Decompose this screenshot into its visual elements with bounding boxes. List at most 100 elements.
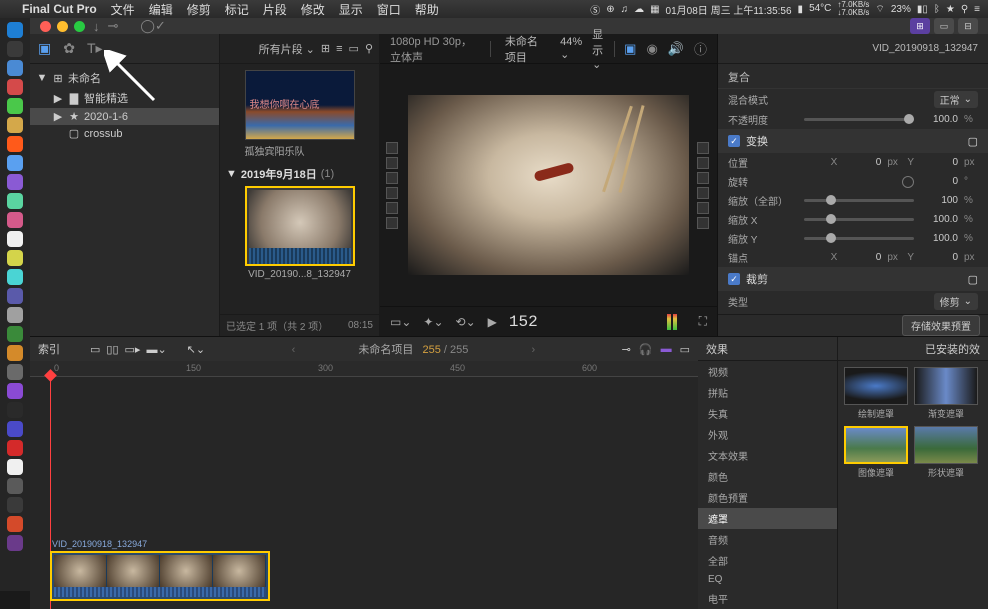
bluetooth-icon[interactable]: ᛒ (934, 4, 940, 15)
composite-section-header[interactable]: 复合 (718, 66, 988, 89)
dock-app[interactable] (7, 117, 23, 133)
project-name[interactable]: 未命名项目 (505, 33, 546, 65)
close-button[interactable] (40, 21, 51, 32)
effect-category[interactable]: EQ (698, 571, 837, 588)
effect-item[interactable]: 绘制遮罩 (844, 367, 908, 420)
scale-y-value[interactable]: 100.0 (920, 233, 958, 244)
info-inspector-icon[interactable]: ⓘ (694, 39, 707, 58)
menu-clip[interactable]: 片段 (263, 1, 287, 18)
dock-app[interactable] (7, 497, 23, 513)
effect-category[interactable]: 颜色预置 (698, 487, 837, 508)
scale-x-slider[interactable] (804, 218, 914, 221)
dock-finder[interactable] (7, 22, 23, 38)
menu-mark[interactable]: 标记 (225, 1, 249, 18)
effect-category[interactable]: 拼贴 (698, 382, 837, 403)
crop-checkbox[interactable]: ✓ (728, 273, 740, 285)
connect-icon[interactable]: ▭ (90, 343, 100, 356)
rotation-dial[interactable] (902, 176, 914, 188)
dock-app[interactable] (7, 364, 23, 380)
opacity-value[interactable]: 100.0 (920, 114, 958, 125)
status-date[interactable]: 01月08日 周三 上午11:35:56 (666, 2, 792, 17)
dock-app[interactable] (7, 79, 23, 95)
dock-app[interactable] (7, 231, 23, 247)
dock-app[interactable] (7, 478, 23, 494)
menu-view[interactable]: 显示 (339, 1, 363, 18)
dock-app[interactable] (7, 136, 23, 152)
overwrite-icon[interactable]: ▬⌄ (146, 343, 166, 356)
effect-item[interactable]: 形状遮罩 (914, 426, 978, 479)
fullscreen-icon[interactable]: ⛶ (699, 314, 707, 329)
dock-app[interactable] (7, 516, 23, 532)
prev-edit-icon[interactable]: ‹ (292, 344, 296, 356)
effect-category[interactable]: 音频 (698, 529, 837, 550)
effect-category[interactable]: 电平 (698, 588, 837, 609)
audio-skim-icon[interactable]: 🎧 (639, 343, 653, 356)
filter-dropdown[interactable]: 所有片段 ⌄ (259, 41, 315, 57)
effect-category[interactable]: 视频 (698, 361, 837, 382)
transform-menu[interactable]: ▭⌄ (390, 315, 411, 329)
keyword-icon[interactable]: ⊸ (108, 18, 119, 34)
enhance-menu[interactable]: ✦⌄ (423, 315, 443, 329)
list-icon[interactable]: ≡ (336, 43, 342, 55)
minimize-button[interactable] (57, 21, 68, 32)
import-icon[interactable]: ↓ (93, 19, 100, 34)
dock-app[interactable] (7, 307, 23, 323)
timeline-ruler[interactable]: 0 150 300 450 600 (30, 361, 698, 377)
next-edit-icon[interactable]: › (531, 344, 535, 356)
effect-category[interactable]: 失真 (698, 403, 837, 424)
solo-icon[interactable]: ▬ (661, 343, 672, 356)
index-button[interactable]: 索引 (38, 341, 60, 357)
titles-tab-icon[interactable]: T▸ (87, 40, 103, 57)
pos-x[interactable]: 0 (843, 157, 881, 168)
pos-y[interactable]: 0 (920, 157, 958, 168)
star-icon[interactable]: ★ (946, 4, 955, 15)
photos-tab-icon[interactable]: ✿ (63, 40, 75, 57)
status-icon[interactable]: ♫ (621, 4, 629, 15)
play-button[interactable]: ▶ (488, 315, 497, 329)
insert-icon[interactable]: ▯▯ (106, 343, 118, 356)
timecode[interactable]: 152 (509, 313, 538, 331)
video-inspector-icon[interactable]: ▣ (624, 41, 636, 57)
status-icon[interactable]: Ⓢ (590, 2, 600, 17)
library-tab-icon[interactable]: ▣ (38, 40, 51, 57)
audio-inspector-icon[interactable]: 🔊 (668, 41, 684, 57)
menu-modify[interactable]: 修改 (301, 1, 325, 18)
tree-library-root[interactable]: ▼ ⊞ 未命名 (30, 68, 219, 88)
scale-slider[interactable] (804, 199, 914, 202)
effect-category[interactable]: 遮罩 (698, 508, 837, 529)
status-icon[interactable]: ▦ (650, 4, 659, 15)
status-icon[interactable]: ▮ (798, 4, 804, 15)
effect-category[interactable]: 颜色 (698, 466, 837, 487)
anchor-y[interactable]: 0 (920, 252, 958, 263)
dock-app[interactable] (7, 60, 23, 76)
dock-app[interactable] (7, 250, 23, 266)
opacity-slider[interactable] (804, 118, 914, 121)
effect-item[interactable]: 渐变遮罩 (914, 367, 978, 420)
menu-file[interactable]: 文件 (111, 1, 135, 18)
append-icon[interactable]: ▭▸ (125, 343, 141, 356)
wifi-icon[interactable]: ⌔ (875, 3, 884, 16)
effect-category[interactable]: 文本效果 (698, 445, 837, 466)
disclosure-icon[interactable]: ▼ (226, 168, 237, 180)
transform-checkbox[interactable]: ✓ (728, 135, 740, 147)
dock-app[interactable] (7, 459, 23, 475)
effect-category[interactable]: 全部 (698, 550, 837, 571)
retime-menu[interactable]: ⟲⌄ (456, 315, 476, 329)
menu-window[interactable]: 窗口 (377, 1, 401, 18)
search-icon[interactable]: ⚲ (365, 42, 373, 55)
maximize-button[interactable] (74, 21, 85, 32)
effect-category[interactable]: 外观 (698, 424, 837, 445)
disclosure-icon[interactable]: ▶ (52, 92, 64, 105)
dock-app[interactable] (7, 440, 23, 456)
dock-app[interactable] (7, 345, 23, 361)
tool-select[interactable]: ↖⌄ (187, 343, 205, 356)
dock-app[interactable] (7, 326, 23, 342)
layout-btn-3[interactable]: ⊟ (958, 18, 978, 34)
grid-icon[interactable]: ⊞ (321, 42, 330, 55)
timeline-clip[interactable]: VID_20190918_132947 (50, 551, 270, 601)
clip-thumbnail-selected[interactable] (245, 186, 355, 266)
dock-app[interactable] (7, 421, 23, 437)
status-icon[interactable]: ⊕ (606, 4, 614, 15)
dock-app[interactable] (7, 212, 23, 228)
format-label[interactable]: 1080p HD 30p，立体声 (390, 33, 476, 65)
